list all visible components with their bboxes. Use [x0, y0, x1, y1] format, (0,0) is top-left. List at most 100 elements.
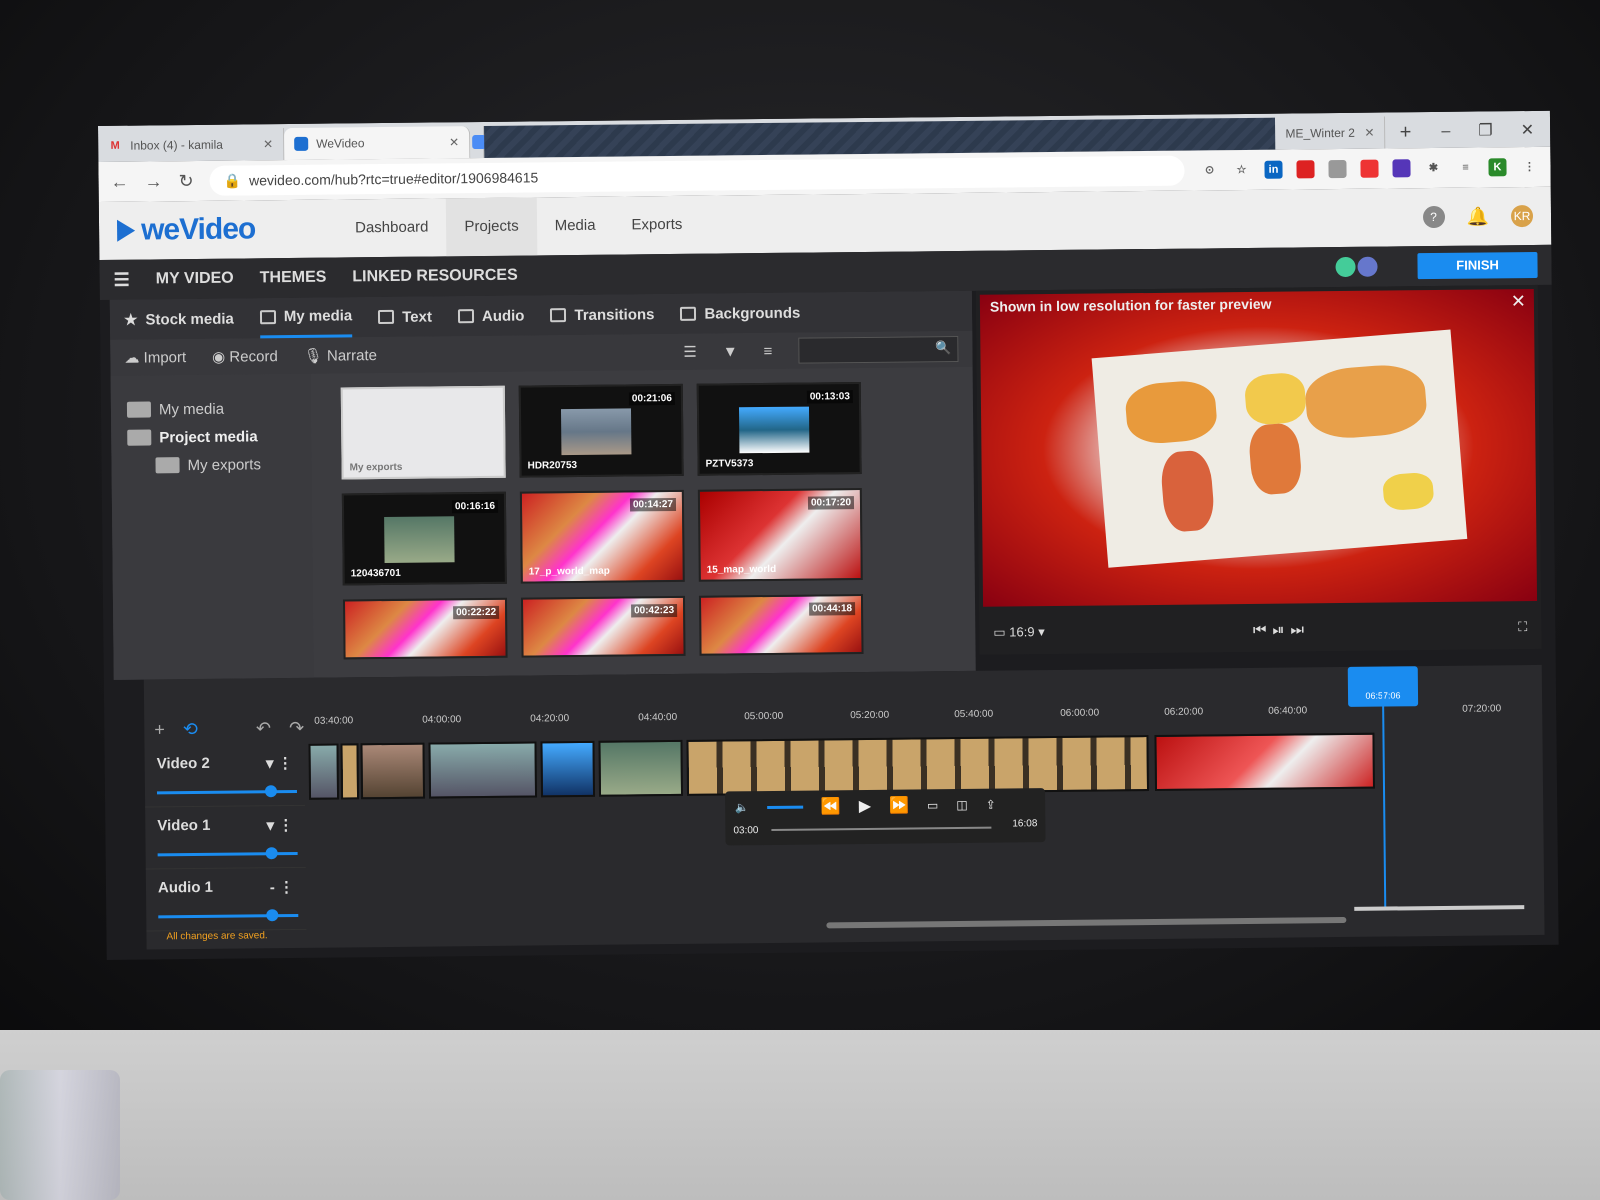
undo-icon[interactable]: ↶ [256, 718, 271, 739]
timeline-clip[interactable] [1154, 732, 1376, 791]
hamburger-menu-icon[interactable]: ☰ [114, 269, 130, 290]
maximize-icon[interactable]: ❐ [1478, 115, 1493, 147]
media-search-input[interactable]: 🔍 [798, 336, 959, 364]
media-item[interactable]: 00:22:22 [342, 597, 508, 660]
play-icon[interactable]: ▶ [859, 796, 872, 816]
pip-icon[interactable]: ◫ [956, 798, 967, 812]
nav-exports[interactable]: Exports [613, 196, 700, 255]
media-item[interactable]: 00:44:18 [698, 594, 864, 656]
track-menu-icon[interactable]: ▾ ⋮ [267, 816, 294, 834]
back-icon[interactable]: ← [110, 171, 128, 192]
new-tab-button[interactable]: + [1385, 116, 1425, 148]
tp-icon[interactable] [1360, 159, 1379, 178]
tree-my-exports[interactable]: My exports [127, 450, 295, 480]
tab-stock-media[interactable]: ★ Stock media [124, 299, 234, 340]
nav-projects[interactable]: Projects [446, 197, 537, 257]
filter-icon[interactable]: ▼ [723, 343, 738, 360]
skip-back-icon[interactable]: ⏮ [1253, 621, 1273, 638]
player-scrubber[interactable] [771, 826, 992, 831]
timeline-clip[interactable] [598, 739, 684, 797]
profile-avatar[interactable]: K [1488, 158, 1507, 177]
play-icon[interactable]: ⏯ [1272, 621, 1290, 638]
finish-button[interactable]: FINISH [1417, 251, 1538, 280]
volume-slider[interactable] [766, 805, 803, 809]
tree-project-media[interactable]: Project media [127, 422, 295, 452]
puzzle-icon[interactable]: ✱ [1424, 159, 1442, 177]
media-item[interactable]: 00:16:16 120436701 [341, 491, 507, 586]
menu-dots-icon[interactable]: ⋮ [1520, 158, 1538, 176]
help-icon[interactable]: ? [1422, 205, 1445, 229]
share-icon[interactable]: ⇪ [986, 798, 996, 812]
close-window-icon[interactable]: ✕ [1521, 115, 1535, 147]
airplay-icon[interactable]: ▭ [927, 798, 938, 812]
tab-winter[interactable]: ME_Winter 2 ✕ [1275, 116, 1386, 150]
linkedin-icon[interactable]: in [1264, 160, 1283, 179]
slider-knob[interactable] [264, 785, 278, 798]
track-volume-slider[interactable] [158, 909, 299, 922]
media-item[interactable]: My exports [340, 385, 506, 480]
tree-my-media[interactable]: My media [126, 394, 295, 424]
timeline-horizontal-scrollbar[interactable] [826, 916, 1347, 929]
timeline-clip[interactable] [308, 743, 340, 800]
collaborator-avatar[interactable] [1357, 256, 1378, 277]
user-avatar[interactable]: KR [1510, 204, 1534, 228]
track-menu-icon[interactable]: - ⋮ [270, 878, 294, 896]
star-icon[interactable]: ☆ [1232, 161, 1250, 179]
timeline-clip[interactable] [686, 735, 1150, 796]
tab-backgrounds[interactable]: Backgrounds [680, 293, 800, 334]
extension-icon[interactable] [1328, 159, 1347, 179]
narrate-button[interactable]: 🎙 Narrate [304, 346, 377, 365]
track-volume-slider[interactable] [156, 785, 297, 798]
timeline-clip[interactable] [428, 741, 538, 799]
tab-gmail[interactable]: M Inbox (4) - kamila ✕ [98, 128, 285, 162]
collaborator-avatar[interactable] [1335, 256, 1356, 278]
import-button[interactable]: ☁ Import [124, 348, 186, 367]
nav-media[interactable]: Media [536, 197, 613, 256]
reload-icon[interactable]: ↻ [178, 171, 193, 192]
close-icon[interactable]: ✕ [449, 135, 459, 149]
bell-icon[interactable]: 🔔 [1466, 206, 1489, 227]
tab-text[interactable]: Text [378, 297, 432, 338]
extension-icon[interactable] [1392, 159, 1411, 178]
tab-transitions[interactable]: Transitions [550, 294, 655, 335]
timeline-clip[interactable] [540, 740, 596, 798]
media-item[interactable]: 00:13:03 PZTV5373 [696, 382, 862, 476]
project-title[interactable]: MY VIDEO [156, 270, 234, 289]
skip-forward-icon[interactable]: ⏭ [1290, 621, 1310, 638]
volume-icon[interactable]: 🔈 [735, 801, 749, 814]
media-item[interactable]: 00:42:23 [520, 595, 686, 658]
tab-audio[interactable]: Audio [457, 296, 525, 337]
timeline-zoom-slider[interactable] [1354, 905, 1525, 911]
add-track-icon[interactable]: + [154, 719, 165, 740]
aspect-ratio-dropdown[interactable]: ▭ 16:9 ▾ [993, 624, 1045, 641]
redo-icon[interactable]: ↷ [289, 718, 304, 739]
minimize-icon[interactable]: – [1441, 116, 1450, 148]
list-view-icon[interactable]: ☰ [683, 343, 697, 361]
forward-icon[interactable]: → [144, 171, 162, 192]
url-field[interactable]: 🔒 wevideo.com/hub?rtc=true#editor/190698… [209, 155, 1185, 196]
track-volume-slider[interactable] [157, 847, 298, 860]
linked-resources-link[interactable]: LINKED RESOURCES [352, 267, 518, 287]
slider-knob[interactable] [265, 847, 278, 860]
fullscreen-icon[interactable]: ⛶ [1518, 619, 1527, 635]
reader-icon[interactable]: ⊙ [1200, 161, 1218, 179]
magnet-icon[interactable]: ⟲ [183, 719, 198, 740]
timeline-clip[interactable] [340, 743, 360, 800]
timeline-clip[interactable] [360, 742, 426, 800]
wevideo-logo[interactable]: weVideo [116, 212, 337, 248]
themes-link[interactable]: THEMES [260, 269, 327, 288]
media-item[interactable]: 00:21:06 HDR20753 [518, 383, 684, 478]
pdf-icon[interactable] [1296, 160, 1315, 179]
close-icon[interactable]: ✕ [1364, 126, 1374, 140]
tab-my-media[interactable]: My media [259, 297, 353, 339]
tab-docs[interactable] [470, 125, 487, 159]
media-item[interactable]: 00:14:27 17_p_world_map [519, 489, 685, 584]
fast-forward-icon[interactable]: ⏩ [889, 796, 909, 816]
nav-dashboard[interactable]: Dashboard [337, 198, 447, 257]
slider-knob[interactable] [266, 909, 279, 922]
rewind-icon[interactable]: ⏪ [821, 796, 841, 816]
media-icon[interactable]: ≡ [1456, 159, 1474, 177]
record-button[interactable]: ◉ Record [212, 347, 278, 366]
tab-wevideo[interactable]: WeVideo ✕ [284, 126, 471, 161]
track-menu-icon[interactable]: ▾ ⋮ [266, 754, 293, 772]
